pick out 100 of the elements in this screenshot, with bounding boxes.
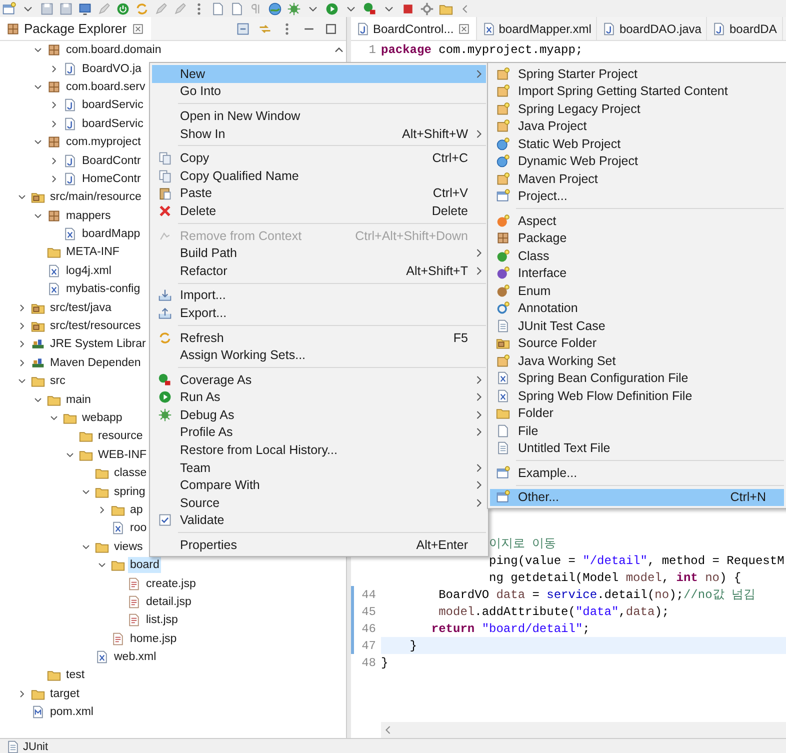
save-all-icon[interactable]: [59, 2, 73, 16]
menu-item[interactable]: Java Project: [490, 118, 784, 135]
menu-item[interactable]: Package: [490, 230, 784, 247]
menu-item[interactable]: Open in New Window: [152, 107, 486, 125]
menu-item[interactable]: Assign Working Sets...: [152, 346, 486, 364]
close-icon[interactable]: [456, 22, 471, 36]
tree-item[interactable]: src/test/resources: [48, 318, 143, 334]
tree-item[interactable]: classe: [112, 465, 149, 482]
menu-item[interactable]: Validate: [152, 512, 486, 530]
menu-item[interactable]: File: [490, 422, 784, 440]
tree-item[interactable]: test: [64, 667, 87, 684]
stop-icon[interactable]: [401, 2, 415, 16]
gear-icon[interactable]: [420, 2, 434, 16]
tree-item[interactable]: webapp: [80, 410, 124, 426]
menu-item[interactable]: Show In Alt+Shift+W: [152, 124, 486, 142]
menu-item[interactable]: Export...: [152, 304, 486, 322]
tree-item[interactable]: com.board.serv: [64, 78, 148, 95]
tree-item[interactable]: boardServic: [80, 97, 146, 114]
tree-item[interactable]: Maven Dependen: [48, 354, 143, 371]
menu-item[interactable]: Import...: [152, 286, 486, 304]
tree-item[interactable]: mybatis-config: [64, 281, 142, 298]
menu-item[interactable]: Compare With: [152, 476, 486, 494]
menu-item[interactable]: Debug As: [152, 406, 486, 424]
tree-item[interactable]: target: [48, 686, 82, 702]
tree-item[interactable]: META-INF: [64, 244, 122, 260]
menu-item[interactable]: JUnit Test Case: [490, 317, 784, 334]
save-icon[interactable]: [40, 2, 54, 16]
menu-item[interactable]: Source Folder: [490, 334, 784, 352]
editor-tab[interactable]: boardDA: [707, 17, 783, 40]
tree-item[interactable]: main: [64, 392, 93, 408]
editor-tab[interactable]: boardMapper.xml: [476, 17, 598, 40]
menu-item[interactable]: Delete Delete: [152, 202, 486, 220]
menu-item[interactable]: Profile As: [152, 424, 486, 442]
close-icon[interactable]: [130, 22, 145, 36]
tree-item[interactable]: com.myproject: [64, 134, 143, 150]
menu-item[interactable]: Coverage As: [152, 370, 486, 388]
menu-item[interactable]: Paste Ctrl+V: [152, 184, 486, 202]
tree-item[interactable]: log4j.xml: [64, 262, 114, 279]
tree-item[interactable]: home.jsp: [128, 630, 179, 647]
menu-item[interactable]: Java Working Set: [490, 352, 784, 370]
debug-icon[interactable]: [287, 2, 301, 16]
tree-item[interactable]: pom.xml: [48, 704, 96, 720]
menu-item[interactable]: Example...: [490, 464, 784, 482]
collapse-all-icon[interactable]: [236, 22, 250, 36]
tree-item[interactable]: BoardVO.ja: [80, 60, 144, 77]
editor-tab[interactable]: boardDAO.java: [597, 17, 708, 40]
menu-item[interactable]: Source: [152, 494, 486, 512]
tree-item[interactable]: boardServic: [80, 116, 146, 132]
menu-item[interactable]: Class: [490, 247, 784, 264]
menu-item[interactable]: Spring Starter Project: [490, 65, 784, 82]
menu-item[interactable]: Aspect: [490, 212, 784, 230]
menu-item[interactable]: Refactor Alt+Shift+T: [152, 262, 486, 280]
menu-item[interactable]: Go Into: [152, 82, 486, 100]
tree-item[interactable]: board: [128, 557, 162, 574]
tree-item[interactable]: create.jsp: [144, 576, 198, 592]
tree-item[interactable]: boardMapp: [80, 226, 142, 242]
tree-item[interactable]: spring: [112, 484, 148, 500]
tree-item[interactable]: src: [48, 373, 68, 390]
menu-item[interactable]: Refresh F5: [152, 328, 486, 346]
menu-item[interactable]: Properties Alt+Enter: [152, 536, 486, 554]
menu-item[interactable]: Untitled Text File: [490, 440, 784, 457]
tree-item[interactable]: BoardContr: [80, 152, 143, 169]
menu-item[interactable]: Restore from Local History...: [152, 441, 486, 459]
menu-item[interactable]: Import Spring Getting Started Content: [490, 82, 784, 100]
menu-item[interactable]: Dynamic Web Project: [490, 152, 784, 170]
menu-item[interactable]: Enum: [490, 282, 784, 300]
tree-item[interactable]: WEB-INF: [96, 446, 149, 463]
menu-item[interactable]: Interface: [490, 264, 784, 282]
menu-item[interactable]: Project...: [490, 188, 784, 205]
menu-item[interactable]: New: [152, 65, 486, 83]
run-icon[interactable]: [325, 2, 339, 16]
tree-item[interactable]: src/test/java: [48, 300, 114, 316]
menu-item[interactable]: Spring Bean Configuration File: [490, 370, 784, 387]
menu-item[interactable]: Static Web Project: [490, 135, 784, 152]
menu-item[interactable]: Other... Ctrl+N: [490, 488, 784, 506]
globe-icon[interactable]: [268, 2, 282, 16]
menu-item[interactable]: Maven Project: [490, 170, 784, 188]
tree-item[interactable]: views: [112, 538, 145, 555]
tree-item[interactable]: list.jsp: [144, 612, 180, 628]
tree-item[interactable]: web.xml: [112, 649, 158, 666]
maximize-icon[interactable]: [324, 22, 338, 36]
tree-item[interactable]: HomeContr: [80, 170, 143, 187]
tree-item[interactable]: detail.jsp: [144, 594, 194, 610]
new-icon[interactable]: [2, 2, 16, 16]
menu-item[interactable]: Build Path: [152, 244, 486, 262]
power-icon[interactable]: [116, 2, 130, 16]
view-tab[interactable]: Package Explorer: [0, 17, 151, 40]
menu-item[interactable]: Spring Web Flow Definition File: [490, 387, 784, 404]
monitor-icon[interactable]: [78, 2, 92, 16]
menu-item[interactable]: Copy Qualified Name: [152, 166, 486, 185]
menu-item[interactable]: Copy Ctrl+C: [152, 149, 486, 167]
menu-item[interactable]: Annotation: [490, 300, 784, 317]
tree-item[interactable]: roo: [128, 520, 149, 536]
tree-item[interactable]: com.board.domain: [64, 42, 164, 58]
view-tab[interactable]: JUnit: [0, 740, 54, 753]
tree-item[interactable]: JRE System Librar: [48, 336, 148, 352]
menu-item[interactable]: Run As: [152, 388, 486, 406]
tree-item[interactable]: mappers: [64, 208, 113, 224]
tree-item[interactable]: ap: [128, 502, 145, 518]
tree-item[interactable]: src/main/resource: [48, 189, 144, 206]
